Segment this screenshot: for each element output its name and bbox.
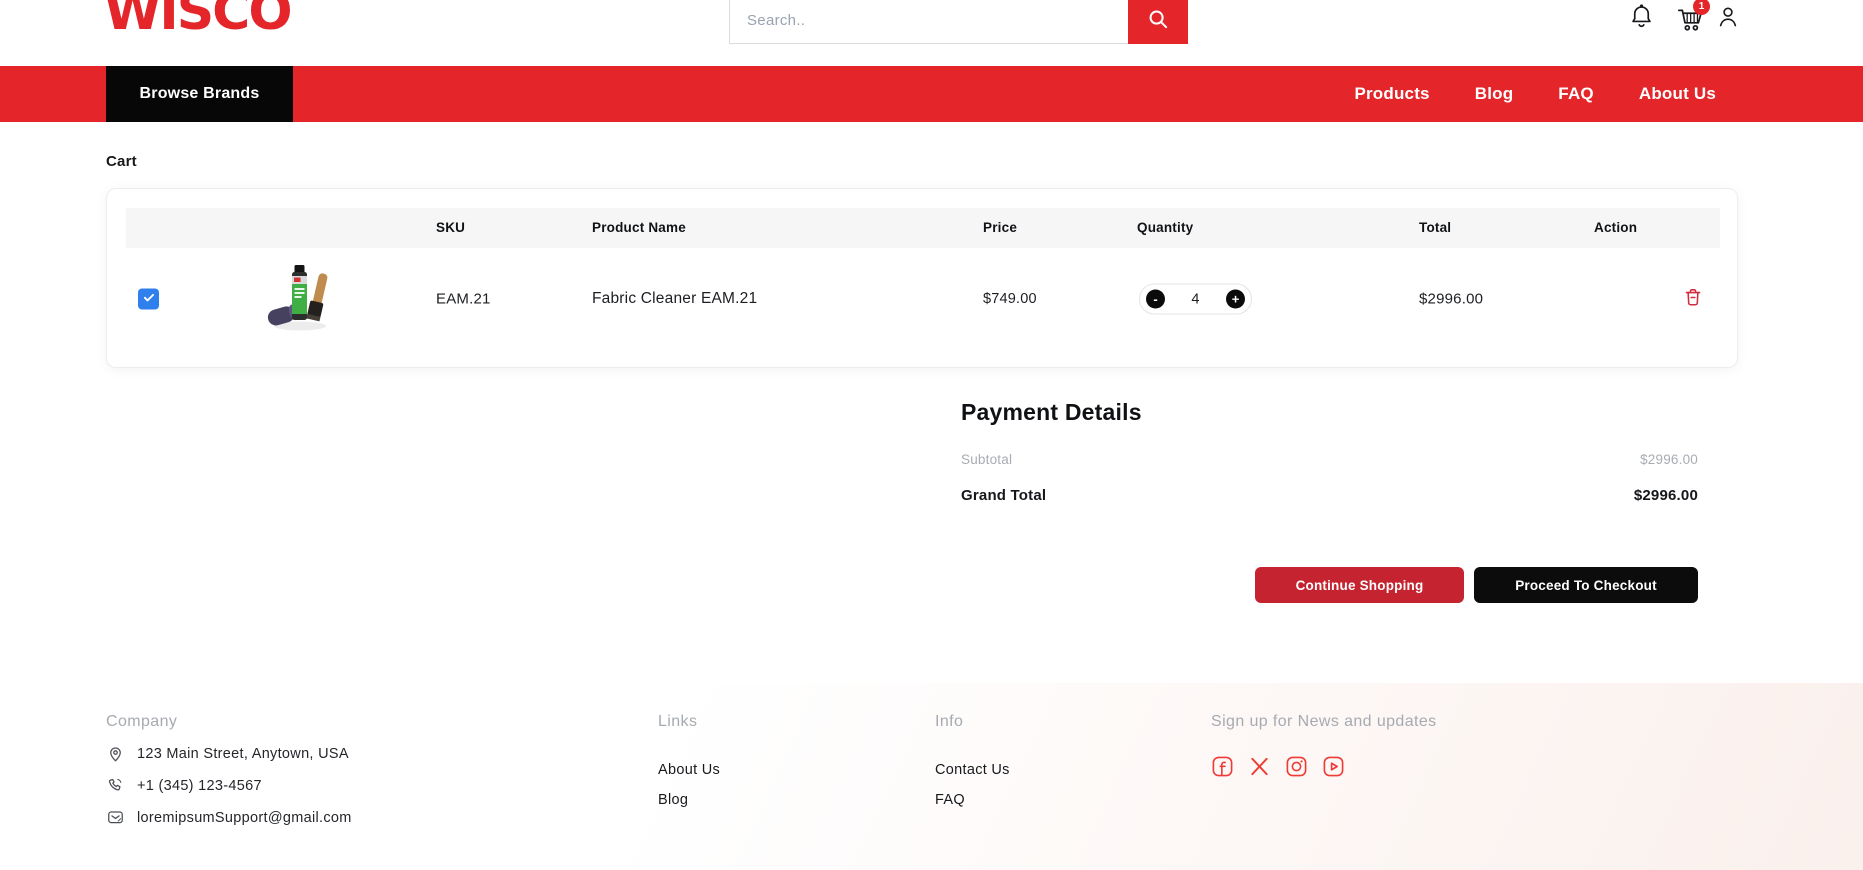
footer-info-heading: Info bbox=[935, 713, 1010, 731]
quantity-stepper: - 4 + bbox=[1139, 284, 1252, 315]
grand-total-label: Grand Total bbox=[961, 487, 1046, 504]
item-product-name: Fabric Cleaner EAM.21 bbox=[592, 290, 757, 308]
subtotal-value: $2996.00 bbox=[1640, 452, 1698, 467]
brand-logo[interactable]: WISCO bbox=[104, 0, 291, 38]
column-header-sku: SKU bbox=[436, 208, 465, 248]
footer-phone-row[interactable]: +1 (345) 123-4567 bbox=[106, 776, 352, 795]
subtotal-label: Subtotal bbox=[961, 452, 1012, 467]
cart-count-badge: 1 bbox=[1693, 0, 1710, 15]
column-header-total: Total bbox=[1419, 208, 1451, 248]
cart-page: WISCO 1 bbox=[0, 0, 1863, 870]
cart-item-row: EAM.21 Fabric Cleaner EAM.21 $749.00 - 4… bbox=[126, 248, 1720, 350]
x-icon[interactable] bbox=[1248, 755, 1271, 781]
cart-table-card: SKU Product Name Price Quantity Total Ac… bbox=[106, 188, 1738, 368]
footer-email-text: loremipsumSupport@gmail.com bbox=[137, 810, 352, 826]
payment-details-section: Payment Details Subtotal $2996.00 Grand … bbox=[961, 399, 1698, 619]
proceed-to-checkout-button[interactable]: Proceed To Checkout bbox=[1474, 567, 1698, 603]
footer-links-heading: Links bbox=[658, 713, 720, 731]
social-icons bbox=[1211, 755, 1437, 781]
phone-icon bbox=[106, 776, 125, 795]
instagram-icon[interactable] bbox=[1285, 755, 1308, 781]
column-header-action: Action bbox=[1594, 208, 1637, 248]
column-header-product-name: Product Name bbox=[592, 208, 686, 248]
notifications-bell-icon[interactable] bbox=[1628, 3, 1655, 35]
footer-info-column: Info Contact Us FAQ bbox=[935, 713, 1010, 808]
footer-company-column: Company 123 Main Street, Anytown, USA +1… bbox=[106, 713, 352, 827]
brush bbox=[306, 272, 330, 321]
nav-link-blog[interactable]: Blog bbox=[1475, 84, 1514, 104]
page-footer: Company 123 Main Street, Anytown, USA +1… bbox=[0, 683, 1863, 870]
footer-link-faq[interactable]: FAQ bbox=[935, 792, 1010, 808]
nav-links: Products Blog FAQ About Us bbox=[1354, 66, 1716, 122]
footer-address-row: 123 Main Street, Anytown, USA bbox=[106, 744, 352, 763]
search-bar bbox=[729, 0, 1188, 44]
cart-table-header: SKU Product Name Price Quantity Total Ac… bbox=[126, 208, 1720, 248]
footer-newsletter-column: Sign up for News and updates bbox=[1211, 713, 1437, 781]
column-header-quantity: Quantity bbox=[1137, 208, 1193, 248]
continue-shopping-button[interactable]: Continue Shopping bbox=[1255, 567, 1464, 603]
item-sku: EAM.21 bbox=[436, 291, 491, 308]
search-button[interactable] bbox=[1128, 0, 1188, 44]
footer-links-column: Links About Us Blog bbox=[658, 713, 720, 808]
nav-link-about-us[interactable]: About Us bbox=[1639, 84, 1716, 104]
footer-address-text: 123 Main Street, Anytown, USA bbox=[137, 746, 349, 762]
newsletter-heading: Sign up for News and updates bbox=[1211, 713, 1437, 731]
footer-company-heading: Company bbox=[106, 713, 352, 731]
cart-section-title: Cart bbox=[106, 153, 137, 170]
quantity-value: 4 bbox=[1191, 291, 1199, 307]
map-pin-icon bbox=[106, 744, 125, 763]
main-navbar: Browse Brands Products Blog FAQ About Us bbox=[0, 66, 1863, 122]
youtube-icon[interactable] bbox=[1322, 755, 1345, 781]
payment-details-title: Payment Details bbox=[961, 399, 1142, 426]
quantity-increase-button[interactable]: + bbox=[1226, 290, 1245, 309]
browse-brands-button[interactable]: Browse Brands bbox=[106, 66, 293, 122]
footer-link-about-us[interactable]: About Us bbox=[658, 762, 720, 778]
trash-icon bbox=[1682, 297, 1704, 312]
grand-total-value: $2996.00 bbox=[1634, 487, 1698, 504]
envelope-icon bbox=[106, 808, 125, 827]
delete-item-button[interactable] bbox=[1682, 286, 1704, 312]
checkmark-icon bbox=[142, 290, 156, 308]
item-checkbox[interactable] bbox=[138, 289, 159, 310]
facebook-icon[interactable] bbox=[1211, 755, 1234, 781]
top-header: WISCO 1 bbox=[0, 0, 1863, 66]
nav-link-faq[interactable]: FAQ bbox=[1558, 84, 1594, 104]
user-account-icon[interactable] bbox=[1715, 3, 1741, 35]
footer-link-contact-us[interactable]: Contact Us bbox=[935, 762, 1010, 778]
quantity-decrease-button[interactable]: - bbox=[1146, 290, 1165, 309]
spray-can bbox=[292, 265, 307, 320]
product-image[interactable] bbox=[266, 261, 332, 337]
search-icon bbox=[1147, 8, 1170, 34]
footer-email-row[interactable]: loremipsumSupport@gmail.com bbox=[106, 808, 352, 827]
item-price: $749.00 bbox=[983, 291, 1037, 307]
nav-link-products[interactable]: Products bbox=[1354, 84, 1429, 104]
column-header-price: Price bbox=[983, 208, 1017, 248]
footer-phone-text: +1 (345) 123-4567 bbox=[137, 778, 262, 794]
item-total: $2996.00 bbox=[1419, 291, 1483, 308]
search-input[interactable] bbox=[729, 0, 1128, 44]
footer-link-blog[interactable]: Blog bbox=[658, 792, 720, 808]
